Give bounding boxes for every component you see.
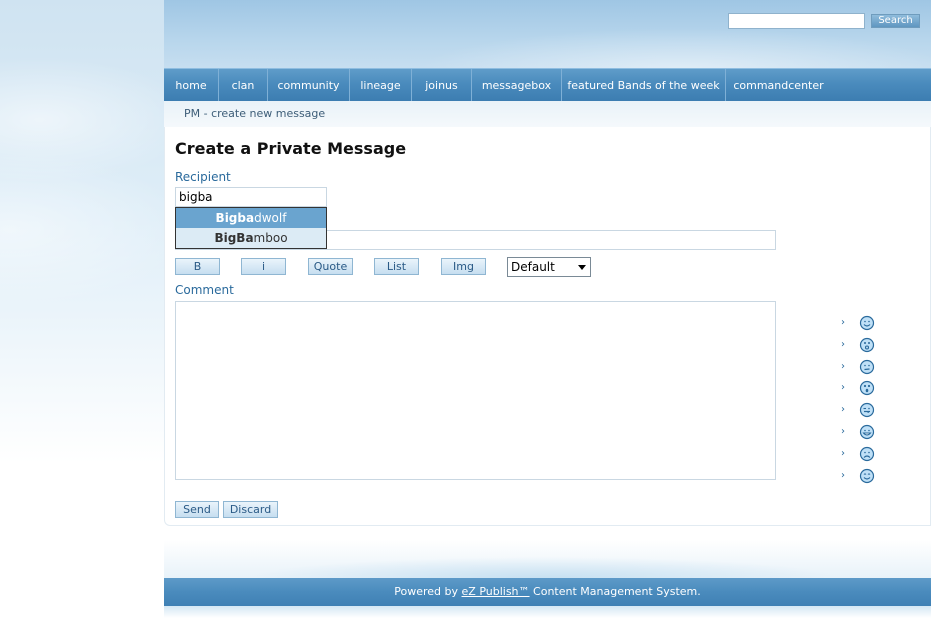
smile-icon[interactable] [859, 315, 875, 331]
site-header: Search [164, 0, 931, 68]
discard-button[interactable]: Discard [223, 501, 278, 518]
surprised-icon[interactable] [859, 337, 875, 353]
list-button[interactable]: List [374, 258, 419, 275]
arrow-icon: › [841, 470, 845, 481]
recipient-autocomplete: Bigbadwolf BigBamboo [175, 207, 327, 249]
nav-item-featured-bands[interactable]: featured Bands of the week [562, 69, 726, 102]
autocomplete-option[interactable]: Bigbadwolf [176, 208, 326, 228]
footer-prefix: Powered by [394, 585, 462, 598]
nav-item-joinus[interactable]: joinus [412, 69, 472, 102]
comment-label: Comment [175, 283, 234, 297]
happy-icon[interactable] [859, 468, 875, 484]
arrow-icon: › [841, 404, 845, 415]
smiley-insert[interactable]: › [841, 446, 881, 462]
confused-icon[interactable] [859, 359, 875, 375]
nav-item-lineage[interactable]: lineage [350, 69, 412, 102]
color-select[interactable]: Default [507, 257, 591, 277]
search-input[interactable] [728, 13, 865, 29]
breadcrumb-bar: PM - create new message [164, 101, 931, 127]
recipient-input[interactable]: bigba [175, 187, 327, 207]
bold-button[interactable]: B [175, 258, 220, 275]
arrow-icon: › [841, 426, 845, 437]
search-button[interactable]: Search [871, 14, 920, 28]
recipient-label: Recipient [175, 170, 231, 184]
arrow-icon: › [841, 361, 845, 372]
main-nav: home clan community lineage joinus messa… [164, 68, 931, 102]
comment-textarea[interactable] [175, 301, 776, 480]
smiley-insert[interactable]: › [841, 380, 881, 396]
smiley-insert[interactable]: › [841, 402, 881, 418]
grin-icon[interactable] [859, 424, 875, 440]
smiley-insert[interactable]: › [841, 315, 881, 331]
footer-decoration [164, 540, 931, 578]
send-button[interactable]: Send [175, 501, 219, 518]
arrow-icon: › [841, 317, 845, 328]
shocked-icon[interactable] [859, 380, 875, 396]
smiley-insert[interactable]: › [841, 424, 881, 440]
nav-item-clan[interactable]: clan [219, 69, 268, 102]
arrow-icon: › [841, 382, 845, 393]
breadcrumb: PM - create new message [184, 107, 326, 120]
nav-item-commandcenter[interactable]: commandcenter [726, 69, 831, 102]
smiley-insert[interactable]: › [841, 359, 881, 375]
tongue-icon[interactable] [859, 402, 875, 418]
smiley-insert[interactable]: › [841, 468, 881, 484]
nav-item-home[interactable]: home [164, 69, 219, 102]
quote-button[interactable]: Quote [308, 258, 353, 275]
ez-publish-link[interactable]: eZ Publish™ [462, 585, 530, 598]
img-button[interactable]: Img [441, 258, 486, 275]
chevron-down-icon [578, 265, 586, 270]
footer-suffix: Content Management System. [529, 585, 701, 598]
message-form-panel: Create a Private Message Recipient bigba… [164, 127, 931, 526]
smiley-insert[interactable]: › [841, 337, 881, 353]
arrow-icon: › [841, 448, 845, 459]
left-decorative-panel [0, 0, 164, 618]
arrow-icon: › [841, 339, 845, 350]
nav-item-community[interactable]: community [268, 69, 350, 102]
autocomplete-option[interactable]: BigBamboo [176, 228, 326, 248]
page-title: Create a Private Message [175, 139, 407, 158]
sad-icon[interactable] [859, 446, 875, 462]
site-footer: Powered by eZ Publish™ Content Managemen… [164, 578, 931, 606]
footer-bottom-decoration [164, 606, 931, 618]
nav-item-messagebox[interactable]: messagebox [472, 69, 562, 102]
italic-button[interactable]: i [241, 258, 286, 275]
color-select-value: Default [511, 260, 555, 274]
